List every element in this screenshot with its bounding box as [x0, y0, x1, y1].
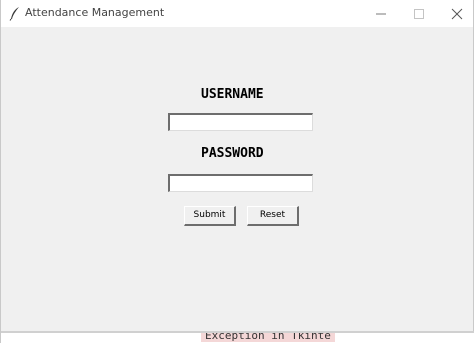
- minimize-button[interactable]: [363, 0, 399, 27]
- background-exception-text: Exception in Tkinte: [201, 333, 335, 342]
- minimize-icon: [376, 13, 386, 15]
- title-bar[interactable]: Attendance Management: [1, 0, 473, 27]
- maximize-icon: [414, 9, 424, 19]
- username-input[interactable]: [168, 113, 313, 131]
- maximize-button[interactable]: [401, 0, 437, 27]
- password-label: PASSWORD: [201, 146, 264, 161]
- feather-icon: [9, 6, 21, 21]
- background-window-strip: Exception in Tkinte: [1, 333, 474, 343]
- window-title: Attendance Management: [25, 6, 165, 19]
- username-label: USERNAME: [201, 87, 264, 102]
- close-button[interactable]: [439, 0, 474, 27]
- app-window: Attendance Management USERNAME PASSWORD …: [0, 0, 474, 343]
- close-icon: [451, 8, 463, 20]
- reset-button[interactable]: Reset: [247, 206, 299, 226]
- submit-button[interactable]: Submit: [184, 206, 236, 226]
- password-input[interactable]: [168, 174, 313, 192]
